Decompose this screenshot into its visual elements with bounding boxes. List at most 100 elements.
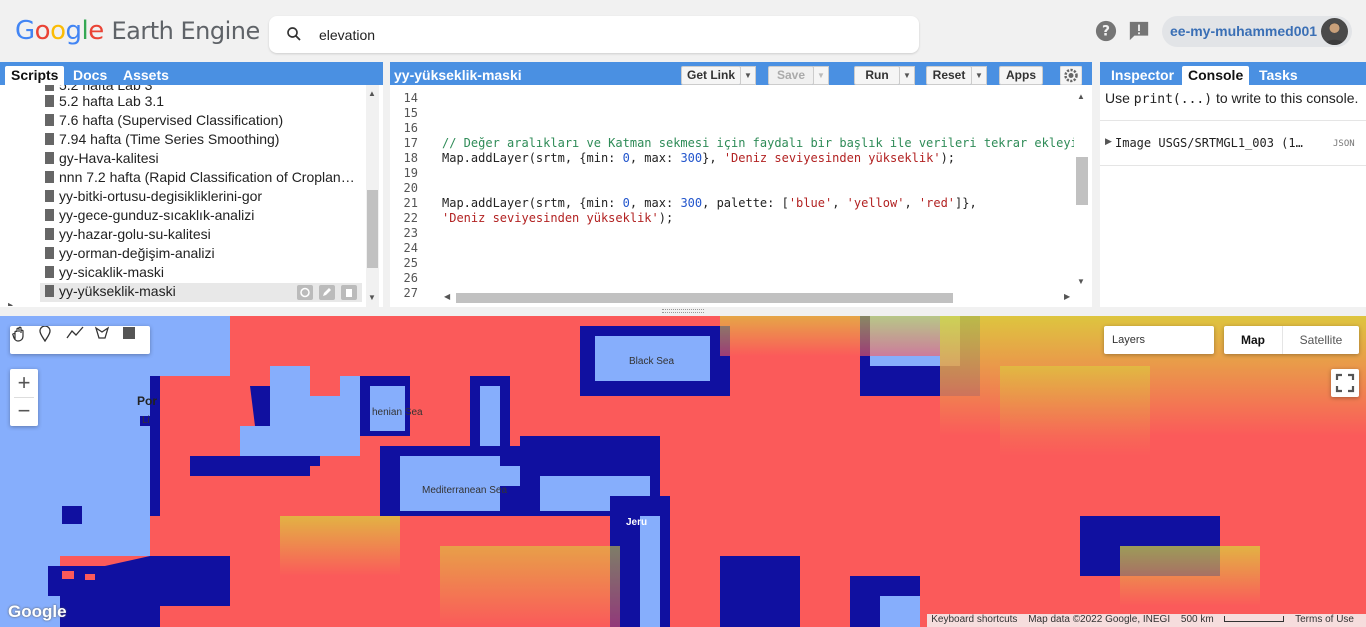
zoom-in-button[interactable]: + bbox=[10, 369, 38, 397]
scale-label[interactable]: 500 km bbox=[1181, 614, 1214, 625]
top-header: Google Earth Engine ? ee-my-muhammed001 bbox=[0, 0, 1366, 62]
search-box[interactable] bbox=[269, 16, 919, 53]
history-icon[interactable] bbox=[297, 285, 313, 300]
script-item[interactable]: gy-Hava-kalitesi bbox=[45, 150, 159, 169]
save-button[interactable]: Save bbox=[768, 66, 814, 85]
map-canvas[interactable]: Black Sea henian Sea Mediterranean Sea P… bbox=[0, 316, 1366, 627]
line-gutter: 14 15 16 17 18 19 20 21 22 23 24 25 26 2… bbox=[390, 85, 432, 300]
map-type-satellite-button[interactable]: Satellite bbox=[1283, 326, 1359, 354]
tab-inspector[interactable]: Inspector bbox=[1105, 66, 1180, 85]
tab-scripts[interactable]: Scripts bbox=[5, 66, 65, 85]
line-number: 16 bbox=[403, 121, 418, 135]
layers-control[interactable]: Layers bbox=[1104, 326, 1214, 354]
scroll-up-icon[interactable]: ▲ bbox=[368, 89, 376, 98]
file-icon bbox=[45, 133, 54, 145]
script-item-selected[interactable]: yy-yükseklik-maski bbox=[40, 283, 362, 302]
scroll-thumb[interactable] bbox=[367, 190, 378, 268]
scroll-left-icon[interactable]: ◀ bbox=[444, 292, 450, 301]
label-black-sea: Black Sea bbox=[629, 356, 675, 367]
username: ee-my-muhammed001 bbox=[1170, 23, 1318, 39]
collapse-icon[interactable]: ▸ bbox=[8, 300, 22, 306]
user-account-pill[interactable]: ee-my-muhammed001 bbox=[1162, 16, 1352, 47]
scale-bar bbox=[1224, 616, 1285, 622]
line-number: 23 bbox=[403, 226, 418, 240]
scroll-up-icon[interactable]: ▲ bbox=[1077, 92, 1085, 101]
code-line-comment: // Değer aralıkları ve Katman sekmesi iç… bbox=[442, 136, 1092, 150]
script-item[interactable]: nnn 7.2 hafta (Rapid Classification of C… bbox=[45, 169, 355, 188]
polygon-draw-icon[interactable] bbox=[94, 326, 121, 353]
run-button[interactable]: Run bbox=[854, 66, 900, 85]
divider bbox=[1100, 165, 1366, 166]
tab-tasks[interactable]: Tasks bbox=[1253, 66, 1304, 85]
horizontal-splitter[interactable] bbox=[0, 307, 1366, 316]
rectangle-draw-icon[interactable] bbox=[122, 326, 149, 353]
code-line: 'Deniz seviyesinden yükseklik'); bbox=[442, 211, 674, 225]
map-type-map-button[interactable]: Map bbox=[1224, 326, 1282, 354]
avatar[interactable] bbox=[1321, 18, 1348, 45]
script-item[interactable]: yy-bitki-ortusu-degisikliklerini-gor bbox=[45, 188, 262, 207]
line-number: 17 bbox=[403, 136, 418, 150]
divider bbox=[1100, 120, 1366, 121]
code-editor[interactable]: 14 15 16 17 18 19 20 21 22 23 24 25 26 2… bbox=[390, 85, 1092, 308]
scripts-scrollbar[interactable]: ▲ ▼ bbox=[366, 85, 379, 307]
splitter-grip-icon[interactable] bbox=[662, 309, 704, 313]
line-number: 14 bbox=[403, 91, 418, 105]
label-tyrrhenian-sea: henian Sea bbox=[372, 407, 423, 418]
delete-icon[interactable] bbox=[341, 285, 357, 300]
terms-link[interactable]: Terms of Use bbox=[1295, 614, 1354, 625]
scroll-down-icon[interactable]: ▼ bbox=[368, 293, 376, 302]
help-icon[interactable]: ? bbox=[1095, 20, 1117, 42]
google-map-logo[interactable]: Google bbox=[8, 602, 67, 622]
feedback-icon[interactable] bbox=[1128, 20, 1150, 42]
search-input[interactable] bbox=[319, 24, 899, 46]
tab-assets[interactable]: Assets bbox=[117, 66, 175, 85]
script-item[interactable]: 5.2 hafta Lab 3.1 bbox=[45, 93, 164, 112]
file-icon bbox=[45, 247, 54, 259]
earth-engine-logo[interactable]: Google Earth Engine bbox=[15, 16, 260, 46]
tab-docs[interactable]: Docs bbox=[67, 66, 113, 85]
settings-gear-icon[interactable] bbox=[1060, 66, 1082, 85]
save-dropdown-icon[interactable]: ▼ bbox=[813, 66, 829, 85]
tab-console[interactable]: Console bbox=[1182, 66, 1250, 85]
script-item[interactable]: yy-orman-değişim-analizi bbox=[45, 245, 215, 264]
scroll-right-icon[interactable]: ▶ bbox=[1064, 292, 1070, 301]
map-type-control: Map Satellite bbox=[1224, 326, 1359, 354]
line-draw-icon[interactable] bbox=[66, 326, 93, 353]
editor-vertical-scrollbar[interactable]: ▲ ▼ bbox=[1074, 90, 1090, 290]
scroll-thumb[interactable] bbox=[1076, 157, 1088, 205]
reset-dropdown-icon[interactable]: ▼ bbox=[971, 66, 987, 85]
script-item[interactable]: yy-gece-gunduz-sıcaklık-analizi bbox=[45, 207, 254, 226]
scroll-thumb[interactable] bbox=[456, 293, 953, 303]
keyboard-shortcuts-link[interactable]: Keyboard shortcuts bbox=[931, 614, 1017, 625]
zoom-out-button[interactable]: − bbox=[10, 398, 38, 426]
expand-icon[interactable]: ▶ bbox=[1105, 136, 1112, 147]
scroll-down-icon[interactable]: ▼ bbox=[1077, 277, 1085, 286]
script-item[interactable]: 7.94 hafta (Time Series Smoothing) bbox=[45, 131, 279, 150]
script-item[interactable]: yy-hazar-golu-su-kalitesi bbox=[45, 226, 211, 245]
drawing-tools bbox=[10, 326, 150, 354]
script-item[interactable]: 7.6 hafta (Supervised Classification) bbox=[45, 112, 283, 131]
reset-button[interactable]: Reset bbox=[926, 66, 972, 85]
line-number: 19 bbox=[403, 166, 418, 180]
vertical-splitter[interactable] bbox=[1092, 62, 1100, 308]
apps-button[interactable]: Apps bbox=[999, 66, 1043, 85]
run-dropdown-icon[interactable]: ▼ bbox=[899, 66, 915, 85]
console-hint: Use print(...) to write to this console. bbox=[1105, 90, 1359, 107]
script-item[interactable]: yy-sicaklik-maski bbox=[45, 264, 164, 283]
get-link-button[interactable]: Get Link bbox=[681, 66, 741, 85]
get-link-dropdown-icon[interactable]: ▼ bbox=[740, 66, 756, 85]
vertical-splitter[interactable] bbox=[383, 62, 390, 308]
json-tag[interactable]: JSON bbox=[1333, 139, 1355, 149]
pan-hand-icon[interactable] bbox=[10, 326, 37, 353]
file-icon bbox=[45, 190, 54, 202]
console-entry[interactable]: Image USGS/SRTMGL1_003 (1… bbox=[1115, 136, 1303, 150]
zoom-control: + − bbox=[10, 369, 38, 426]
layers-label: Layers bbox=[1112, 334, 1146, 346]
editor-horizontal-scrollbar[interactable]: ◀ ▶ bbox=[440, 291, 1074, 305]
rename-icon[interactable] bbox=[319, 285, 335, 300]
point-marker-icon[interactable] bbox=[38, 326, 65, 353]
line-number: 25 bbox=[403, 256, 418, 270]
label-jerusalem: Jeru bbox=[626, 517, 648, 528]
fullscreen-button[interactable] bbox=[1331, 369, 1359, 397]
line-number: 21 bbox=[403, 196, 418, 210]
